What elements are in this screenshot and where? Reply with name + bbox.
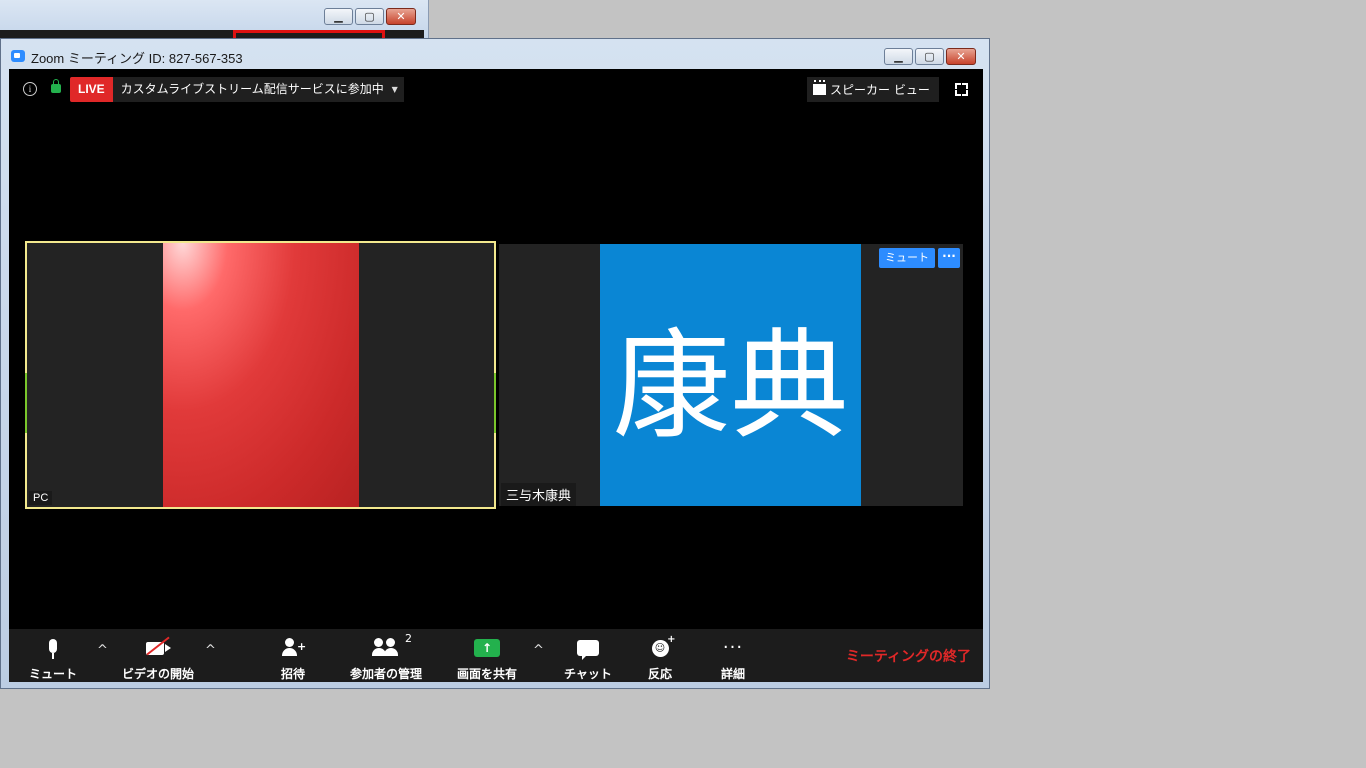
live-stream-text: カスタムライブストリーム配信サービスに参加中 [120, 82, 384, 96]
window-title: Zoom ミーティング ID: 827-567-353 [31, 51, 243, 66]
fullscreen-icon[interactable] [955, 83, 968, 96]
lock-icon[interactable] [51, 79, 61, 93]
live-badge: LIVE [70, 77, 113, 102]
share-arrow-icon: ↑ [474, 639, 500, 657]
start-video-button[interactable]: ビデオの開始 [115, 629, 201, 682]
share-screen-button[interactable]: ↑ 画面を共有 [451, 629, 523, 682]
mute-button[interactable]: ミュート [25, 629, 81, 682]
share-screen-icon: ↑ [474, 637, 500, 659]
chevron-down-icon: ▼ [391, 85, 398, 94]
more-dots-icon: ··· [723, 637, 743, 659]
minimize-icon: ▁ [334, 10, 343, 23]
mute-participant-button[interactable]: ミュート [879, 248, 935, 268]
maximize-button[interactable]: ▢ [915, 48, 944, 65]
chat-label: チャット [564, 667, 612, 681]
speaker-view-button[interactable]: スピーカー ビュー [807, 77, 939, 102]
title-bar: Zoom ミーティング ID: 827-567-353 ▁ ▢ ✕ [1, 39, 989, 69]
end-meeting-button[interactable]: ミーティングの終了 [846, 646, 971, 666]
participants-icon: 2 [372, 632, 412, 659]
video-tile-active[interactable]: PC [25, 241, 496, 509]
background-minimize-button[interactable]: ▁ [324, 8, 353, 25]
participant-name-label: 三与木康典 [501, 483, 577, 506]
background-window-controls: ▁ ▢ ✕ [324, 8, 416, 25]
add-person-icon: + [282, 637, 306, 659]
participant-avatar: 康典 [600, 244, 861, 506]
meeting-area: i LIVE カスタムライブストリーム配信サービスに参加中 ▼ スピーカー ビュ… [9, 69, 983, 682]
zoom-meeting-window: Zoom ミーティング ID: 827-567-353 ▁ ▢ ✕ i LIVE… [0, 38, 990, 689]
maximize-icon: ▢ [364, 10, 375, 23]
audio-options-caret[interactable]: ^ [97, 643, 108, 658]
participant-video [163, 243, 359, 507]
chat-icon [577, 637, 599, 660]
video-tile-participant[interactable]: 康典 三与木康典 ミュート ··· [499, 244, 963, 506]
emoji-icon: ☺ + [651, 634, 676, 659]
video-options-caret[interactable]: ^ [205, 643, 216, 658]
grid-view-icon [813, 80, 826, 95]
more-label: 詳細 [720, 667, 745, 681]
manage-participants-button[interactable]: 2 参加者の管理 [343, 629, 429, 682]
live-stream-status[interactable]: LIVE カスタムライブストリーム配信サービスに参加中 ▼ [70, 77, 404, 102]
maximize-icon: ▢ [924, 50, 935, 63]
more-button[interactable]: ··· 詳細 [713, 629, 753, 682]
invite-label: 招待 [280, 667, 305, 681]
background-maximize-button[interactable]: ▢ [355, 8, 384, 25]
info-icon[interactable]: i [23, 82, 37, 96]
zoom-app-icon [11, 50, 25, 62]
speaker-view-label: スピーカー ビュー [830, 83, 930, 97]
participant-count-badge: 2 [405, 632, 412, 645]
share-screen-label: 画面を共有 [456, 667, 517, 681]
video-off-icon [146, 636, 171, 659]
live-stream-label: カスタムライブストリーム配信サービスに参加中 ▼ [112, 77, 404, 102]
start-video-label: ビデオの開始 [121, 667, 194, 681]
participant-name-label: PC [29, 491, 53, 505]
window-controls: ▁ ▢ ✕ [884, 48, 976, 65]
active-speaker-indicator [494, 373, 496, 433]
minimize-icon: ▁ [894, 50, 903, 63]
manage-participants-label: 参加者の管理 [349, 667, 422, 681]
meeting-toolbar: ミュート ^ ビデオの開始 ^ + 招待 2 参加者の管理 ↑ 画面を共有 ^ … [9, 629, 983, 682]
close-button[interactable]: ✕ [946, 48, 976, 65]
background-close-button[interactable]: ✕ [386, 8, 416, 25]
reactions-label: 反応 [647, 667, 672, 681]
microphone-icon [49, 637, 57, 659]
chat-button[interactable]: チャット [559, 629, 617, 682]
active-speaker-indicator [25, 373, 27, 433]
background-window: ▁ ▢ ✕ [0, 0, 429, 40]
more-dots-glyph: ··· [722, 637, 744, 658]
participant-more-button[interactable]: ··· [938, 248, 960, 268]
mute-label: ミュート [28, 667, 77, 681]
close-icon: ✕ [956, 50, 966, 63]
close-icon: ✕ [396, 10, 406, 23]
reactions-button[interactable]: ☺ + 反応 [641, 629, 679, 682]
invite-button[interactable]: + 招待 [273, 629, 313, 682]
share-options-caret[interactable]: ^ [533, 643, 544, 658]
minimize-button[interactable]: ▁ [884, 48, 913, 65]
